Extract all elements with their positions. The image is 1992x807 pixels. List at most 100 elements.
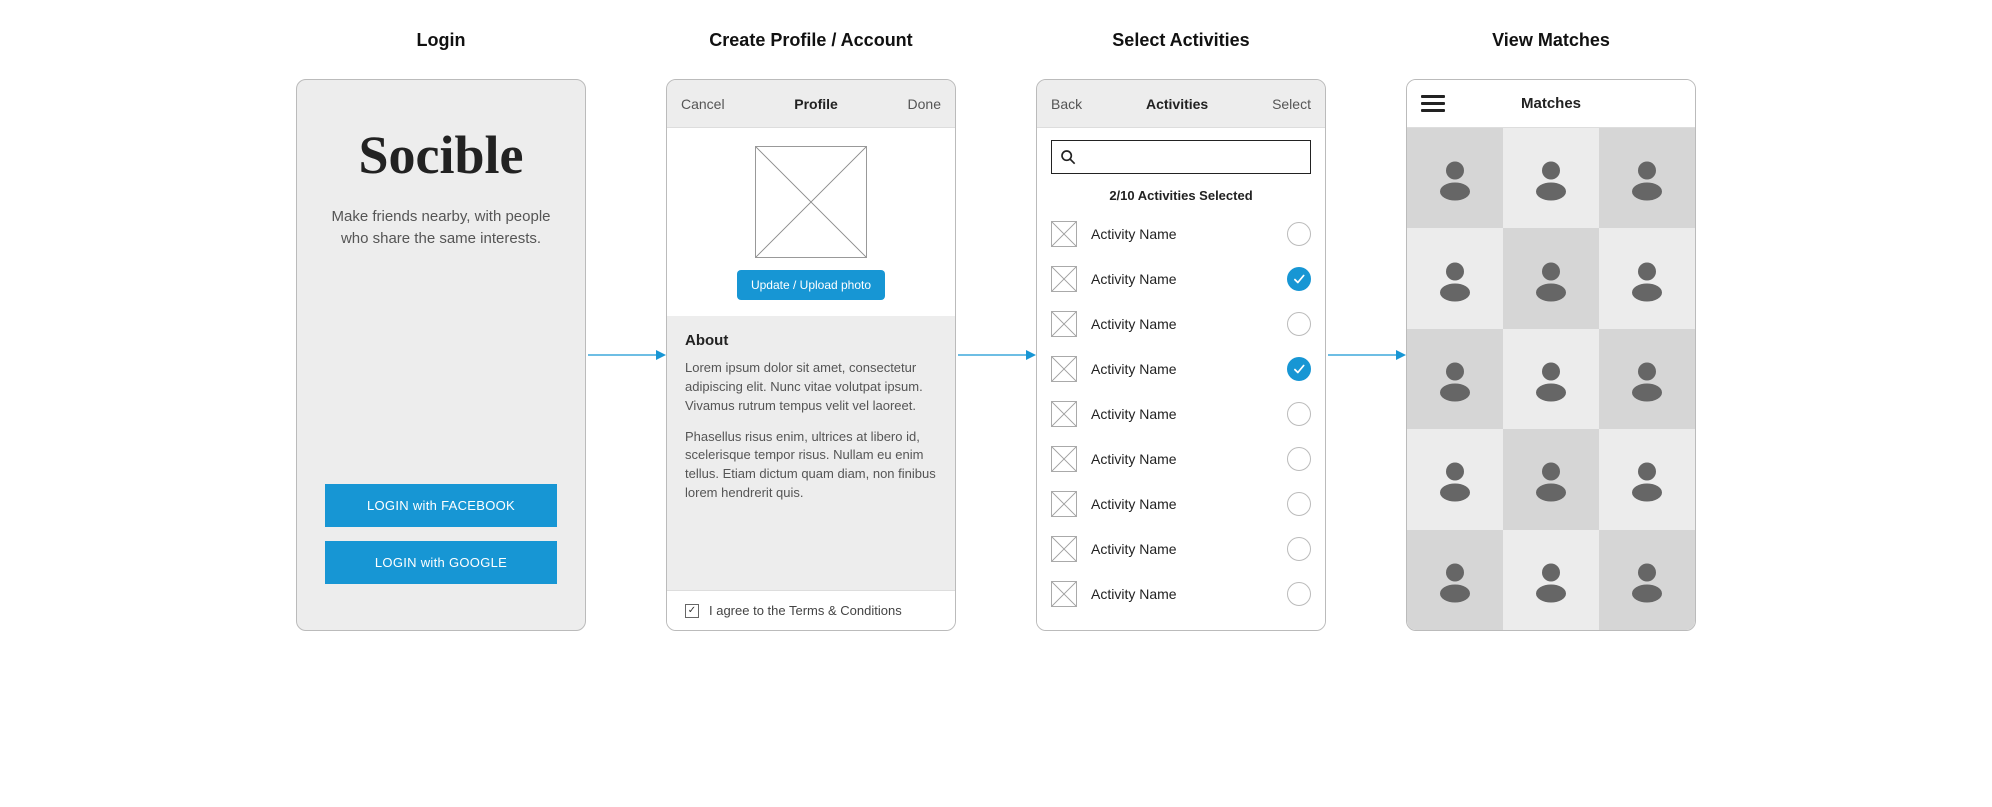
avatar-icon — [1431, 255, 1479, 303]
activity-radio[interactable] — [1287, 447, 1311, 471]
activity-radio[interactable] — [1287, 492, 1311, 516]
activity-label: Activity Name — [1091, 406, 1273, 422]
login-tagline: Make friends nearby, with people who sha… — [297, 206, 585, 250]
activity-thumb-icon — [1051, 491, 1077, 517]
profile-photo-placeholder[interactable] — [755, 146, 867, 258]
match-cell[interactable] — [1407, 329, 1503, 429]
activity-radio[interactable] — [1287, 357, 1311, 381]
avatar-icon — [1623, 355, 1671, 403]
activity-item[interactable]: Activity Name — [1051, 573, 1311, 614]
avatar-icon — [1623, 556, 1671, 604]
profile-nav-cancel[interactable]: Cancel — [681, 96, 725, 112]
match-cell[interactable] — [1503, 329, 1599, 429]
activity-thumb-icon — [1051, 356, 1077, 382]
profile-navbar: Cancel Profile Done — [667, 80, 955, 128]
profile-screen: Cancel Profile Done Update / Upload phot… — [666, 79, 956, 631]
upload-photo-button[interactable]: Update / Upload photo — [737, 270, 885, 300]
flow-arrow — [1326, 30, 1406, 630]
arrow-right-icon — [956, 345, 1036, 365]
activity-thumb-icon — [1051, 581, 1077, 607]
activities-nav-back[interactable]: Back — [1051, 96, 1082, 112]
avatar-icon — [1431, 154, 1479, 202]
flow-arrow — [586, 30, 666, 630]
search-box[interactable] — [1051, 140, 1311, 174]
login-column: Login Socible Make friends nearby, with … — [296, 30, 586, 631]
avatar-icon — [1623, 255, 1671, 303]
activity-thumb-icon — [1051, 266, 1077, 292]
terms-checkbox[interactable]: ✓ — [685, 604, 699, 618]
activity-item[interactable]: Activity Name — [1051, 258, 1311, 299]
avatar-icon — [1431, 556, 1479, 604]
match-cell[interactable] — [1503, 530, 1599, 630]
activity-item[interactable]: Activity Name — [1051, 348, 1311, 389]
arrow-right-icon — [1326, 345, 1406, 365]
search-wrap — [1037, 128, 1325, 182]
matches-column: View Matches Matches — [1406, 30, 1696, 631]
match-cell[interactable] — [1503, 429, 1599, 529]
activity-label: Activity Name — [1091, 226, 1273, 242]
activity-item[interactable]: Activity Name — [1051, 483, 1311, 524]
activities-count: 2/10 Activities Selected — [1037, 182, 1325, 213]
profile-nav-title: Profile — [794, 96, 838, 112]
profile-nav-done[interactable]: Done — [908, 96, 941, 112]
matches-navbar: Matches — [1407, 80, 1695, 128]
activity-radio[interactable] — [1287, 222, 1311, 246]
matches-nav-title: Matches — [1421, 95, 1681, 112]
avatar-icon — [1527, 255, 1575, 303]
activity-label: Activity Name — [1091, 316, 1273, 332]
activity-label: Activity Name — [1091, 586, 1273, 602]
arrow-right-icon — [586, 345, 666, 365]
matches-screen: Matches — [1406, 79, 1696, 631]
avatar-icon — [1431, 455, 1479, 503]
activity-radio[interactable] — [1287, 267, 1311, 291]
match-cell[interactable] — [1407, 128, 1503, 228]
match-cell[interactable] — [1599, 228, 1695, 328]
about-text-1: Lorem ipsum dolor sit amet, consectetur … — [685, 359, 937, 416]
login-facebook-button[interactable]: LOGIN with FACEBOOK — [325, 484, 557, 527]
match-cell[interactable] — [1599, 329, 1695, 429]
login-google-button[interactable]: LOGIN with GOOGLE — [325, 541, 557, 584]
avatar-icon — [1623, 455, 1671, 503]
profile-column: Create Profile / Account Cancel Profile … — [666, 30, 956, 631]
activity-label: Activity Name — [1091, 361, 1273, 377]
match-cell[interactable] — [1599, 429, 1695, 529]
activity-thumb-icon — [1051, 446, 1077, 472]
terms-label: I agree to the Terms & Conditions — [709, 603, 902, 618]
avatar-icon — [1527, 556, 1575, 604]
activity-item[interactable]: Activity Name — [1051, 438, 1311, 479]
activity-thumb-icon — [1051, 401, 1077, 427]
match-cell[interactable] — [1599, 530, 1695, 630]
avatar-icon — [1527, 455, 1575, 503]
check-icon — [1292, 362, 1306, 376]
activity-radio[interactable] — [1287, 312, 1311, 336]
profile-title: Create Profile / Account — [709, 30, 912, 51]
activity-item[interactable]: Activity Name — [1051, 303, 1311, 344]
match-cell[interactable] — [1407, 228, 1503, 328]
activities-list: Activity Name Activity Name Activity Nam… — [1037, 213, 1325, 614]
activity-item[interactable]: Activity Name — [1051, 393, 1311, 434]
avatar-icon — [1527, 154, 1575, 202]
activity-thumb-icon — [1051, 311, 1077, 337]
activity-radio[interactable] — [1287, 582, 1311, 606]
activities-nav-select[interactable]: Select — [1272, 96, 1311, 112]
activity-thumb-icon — [1051, 536, 1077, 562]
activity-item[interactable]: Activity Name — [1051, 528, 1311, 569]
match-cell[interactable] — [1599, 128, 1695, 228]
avatar-icon — [1623, 154, 1671, 202]
about-heading: About — [685, 332, 937, 349]
activity-thumb-icon — [1051, 221, 1077, 247]
about-section: About Lorem ipsum dolor sit amet, consec… — [667, 316, 955, 590]
profile-body: Update / Upload photo — [667, 128, 955, 316]
match-cell[interactable] — [1407, 429, 1503, 529]
match-cell[interactable] — [1503, 128, 1599, 228]
activity-radio[interactable] — [1287, 537, 1311, 561]
match-cell[interactable] — [1407, 530, 1503, 630]
match-cell[interactable] — [1503, 228, 1599, 328]
activity-radio[interactable] — [1287, 402, 1311, 426]
avatar-icon — [1431, 355, 1479, 403]
activity-label: Activity Name — [1091, 496, 1273, 512]
search-input[interactable] — [1084, 149, 1302, 165]
terms-row[interactable]: ✓ I agree to the Terms & Conditions — [667, 590, 955, 630]
activity-item[interactable]: Activity Name — [1051, 213, 1311, 254]
matches-title: View Matches — [1492, 30, 1610, 51]
